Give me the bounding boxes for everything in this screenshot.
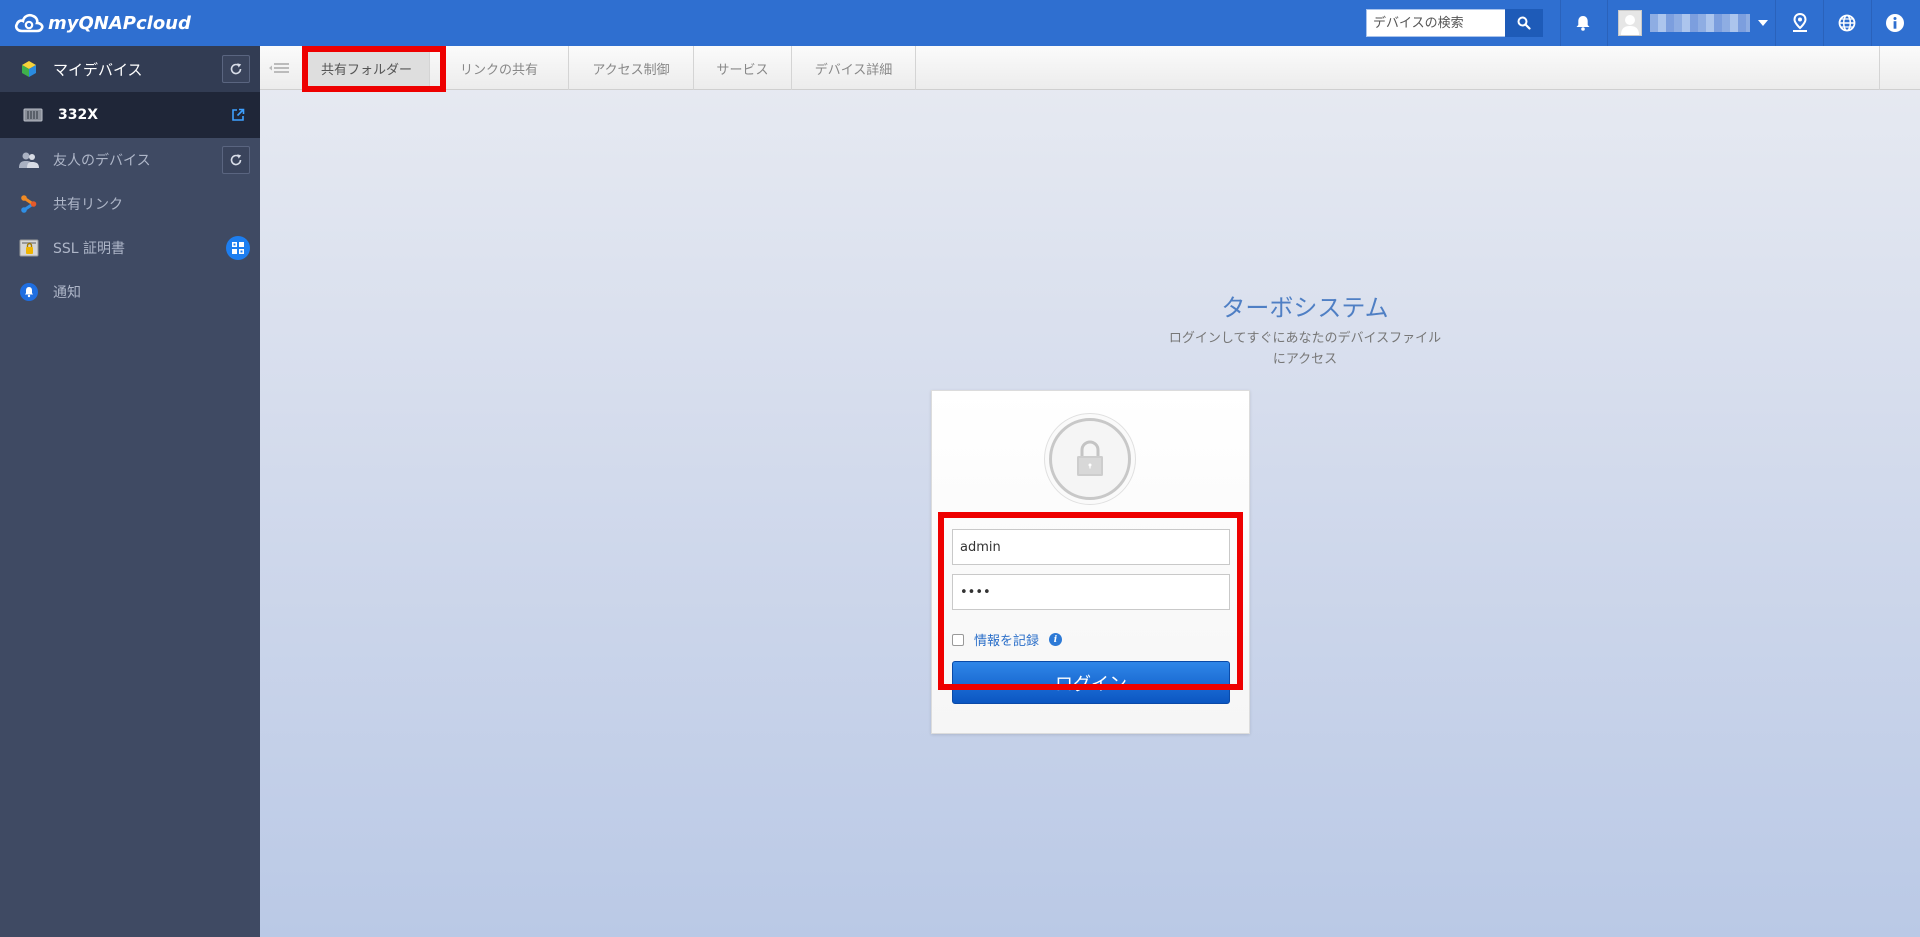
search-button[interactable]	[1505, 9, 1543, 37]
sidebar-item-label: 友人のデバイス	[53, 153, 151, 169]
tab-bar-end-divider	[1879, 46, 1880, 90]
header-divider	[1607, 0, 1608, 46]
tab-label: アクセス制御	[592, 62, 670, 78]
login-subtitle-line2: にアクセス	[1272, 352, 1338, 367]
refresh-icon	[230, 154, 242, 166]
login-subtitle-line1: ログインしてすぐにあなたのデバイスファイル	[1168, 331, 1442, 346]
lock-icon	[1077, 440, 1103, 476]
tab-device-details[interactable]: デバイス詳細	[792, 46, 916, 90]
top-bar: myQNAPcloud	[0, 0, 1920, 46]
sidebar-item-ssl[interactable]: SSL 証明書	[0, 226, 260, 270]
user-menu[interactable]	[1618, 10, 1768, 36]
certificate-icon	[18, 237, 40, 259]
chevron-down-icon	[1758, 20, 1768, 26]
sidebar-item-shared-links[interactable]: 共有リンク	[0, 182, 260, 226]
nas-device-icon	[22, 104, 44, 126]
main-content: 共有フォルダー リンクの共有 アクセス制御 サービス デバイス詳細 ターボシステ…	[260, 46, 1920, 937]
notification-bell-icon	[18, 281, 40, 303]
tab-services[interactable]: サービス	[694, 46, 792, 90]
header-divider	[1775, 0, 1776, 46]
refresh-devices-button[interactable]	[222, 55, 250, 83]
logo[interactable]: myQNAPcloud	[14, 12, 191, 34]
menu-collapse-icon	[269, 63, 289, 73]
sidebar-item-my-devices[interactable]: マイデバイス	[0, 46, 260, 92]
tab-access-control[interactable]: アクセス制御	[569, 46, 694, 90]
refresh-friends-button[interactable]	[222, 146, 250, 174]
sidebar-item-friends-devices[interactable]: 友人のデバイス	[0, 138, 260, 182]
bell-icon	[1576, 16, 1590, 31]
refresh-icon	[230, 63, 242, 75]
grid-icon	[232, 242, 244, 254]
login-subtitle: ログインしてすぐにあなたのデバイスファイル にアクセス	[920, 328, 1690, 370]
location-button[interactable]	[1788, 11, 1812, 35]
tab-label: デバイス詳細	[814, 62, 893, 78]
share-icon	[18, 193, 40, 215]
lock-badge	[1044, 413, 1136, 505]
sidebar-item-label: マイデバイス	[53, 60, 143, 79]
tab-bar: 共有フォルダー リンクの共有 アクセス制御 サービス デバイス詳細	[260, 46, 1920, 90]
user-silhouette-icon	[1621, 15, 1639, 35]
notification-button[interactable]	[1571, 11, 1595, 35]
cloud-logo-icon	[14, 13, 44, 33]
login-title: ターボシステム	[1221, 294, 1389, 322]
sidebar: マイデバイス 332X 友人のデバイス 共有リンク SSL 証明書 通知	[0, 46, 260, 937]
sidebar-item-device[interactable]: 332X	[0, 92, 260, 138]
avatar	[1618, 10, 1642, 36]
language-button[interactable]	[1835, 11, 1859, 35]
friends-icon	[18, 149, 40, 171]
sidebar-item-notifications[interactable]: 通知	[0, 270, 260, 314]
highlight-box-login-form	[938, 512, 1243, 690]
header-divider	[1823, 0, 1824, 46]
device-name: 332X	[58, 107, 99, 123]
tab-link-sharing[interactable]: リンクの共有	[430, 46, 569, 90]
highlight-box-tab	[302, 46, 446, 92]
sidebar-item-label: 共有リンク	[53, 197, 123, 213]
map-pin-icon	[1793, 13, 1807, 32]
tab-label: サービス	[716, 62, 769, 78]
username-redacted	[1650, 14, 1750, 32]
sidebar-item-label: 通知	[53, 285, 81, 301]
ssl-cart-button[interactable]	[226, 236, 250, 260]
help-button[interactable]	[1883, 11, 1907, 35]
header-divider	[1560, 0, 1561, 46]
tab-label: リンクの共有	[459, 62, 538, 78]
cube-icon	[18, 58, 40, 80]
logo-text: myQNAPcloud	[48, 12, 191, 34]
external-link-icon[interactable]	[230, 107, 246, 123]
sidebar-toggle[interactable]	[268, 58, 292, 78]
sidebar-item-label: SSL 証明書	[53, 241, 126, 257]
info-icon	[1886, 14, 1904, 32]
header-divider	[1871, 0, 1872, 46]
search-icon	[1517, 16, 1531, 30]
globe-icon	[1838, 14, 1856, 32]
